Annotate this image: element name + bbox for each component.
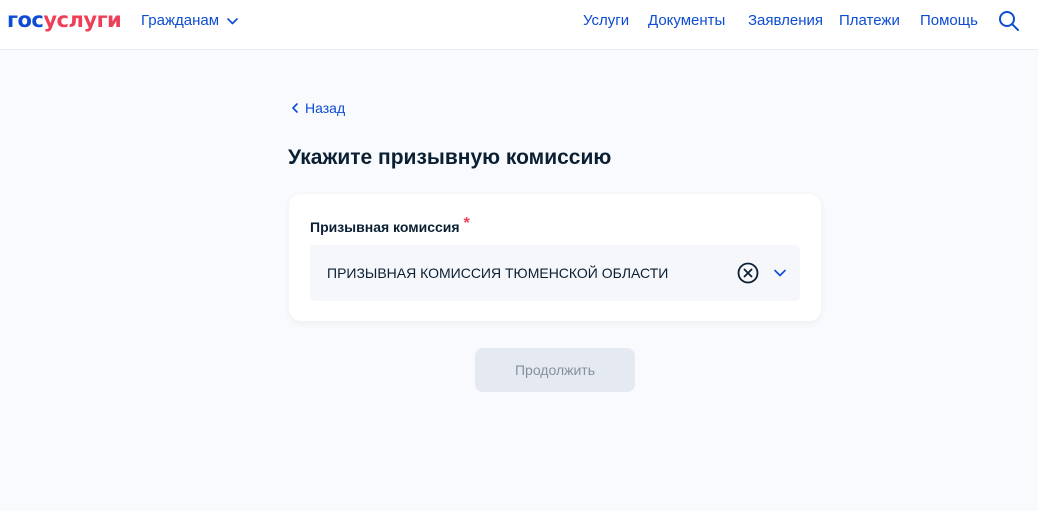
chevron-down-icon[interactable]: [773, 267, 787, 279]
required-mark: *: [463, 215, 470, 232]
back-link-label: Назад: [305, 100, 346, 116]
citizens-menu-label: Гражданам: [141, 12, 220, 29]
nav-payments[interactable]: Платежи: [839, 12, 900, 30]
nav-documents[interactable]: Документы: [648, 12, 725, 30]
back-link[interactable]: Назад: [292, 99, 345, 117]
chevron-left-icon: [292, 103, 298, 113]
page-title: Укажите призывную комиссию: [288, 146, 612, 169]
nav-services[interactable]: Услуги: [583, 12, 629, 30]
gosuslugi-logo[interactable]: госуслуги: [7, 7, 122, 33]
header: госуслуги Гражданам Услуги Документы Зая…: [0, 0, 1038, 50]
field-label-text: Призывная комиссия: [310, 219, 460, 235]
citizens-menu[interactable]: Гражданам: [141, 12, 238, 30]
form-card: Призывная комиссия * ПРИЗЫВНАЯ КОМИССИЯ Т…: [289, 194, 821, 321]
search-icon[interactable]: [998, 10, 1020, 32]
continue-button[interactable]: Продолжить: [475, 348, 635, 392]
nav-help[interactable]: Помощь: [920, 12, 978, 30]
select-value: ПРИЗЫВНАЯ КОМИССИЯ ТЮМЕНСКОЙ ОБЛАСТИ: [327, 265, 669, 281]
logo-part-uslugi: услуги: [43, 8, 122, 32]
field-label: Призывная комиссия *: [310, 215, 470, 237]
nav-applications[interactable]: Заявления: [748, 12, 823, 30]
logo-part-gos: гос: [7, 8, 44, 32]
chevron-down-icon: [227, 17, 238, 24]
commission-select[interactable]: ПРИЗЫВНАЯ КОМИССИЯ ТЮМЕНСКОЙ ОБЛАСТИ: [310, 245, 800, 301]
clear-icon[interactable]: [737, 262, 759, 284]
